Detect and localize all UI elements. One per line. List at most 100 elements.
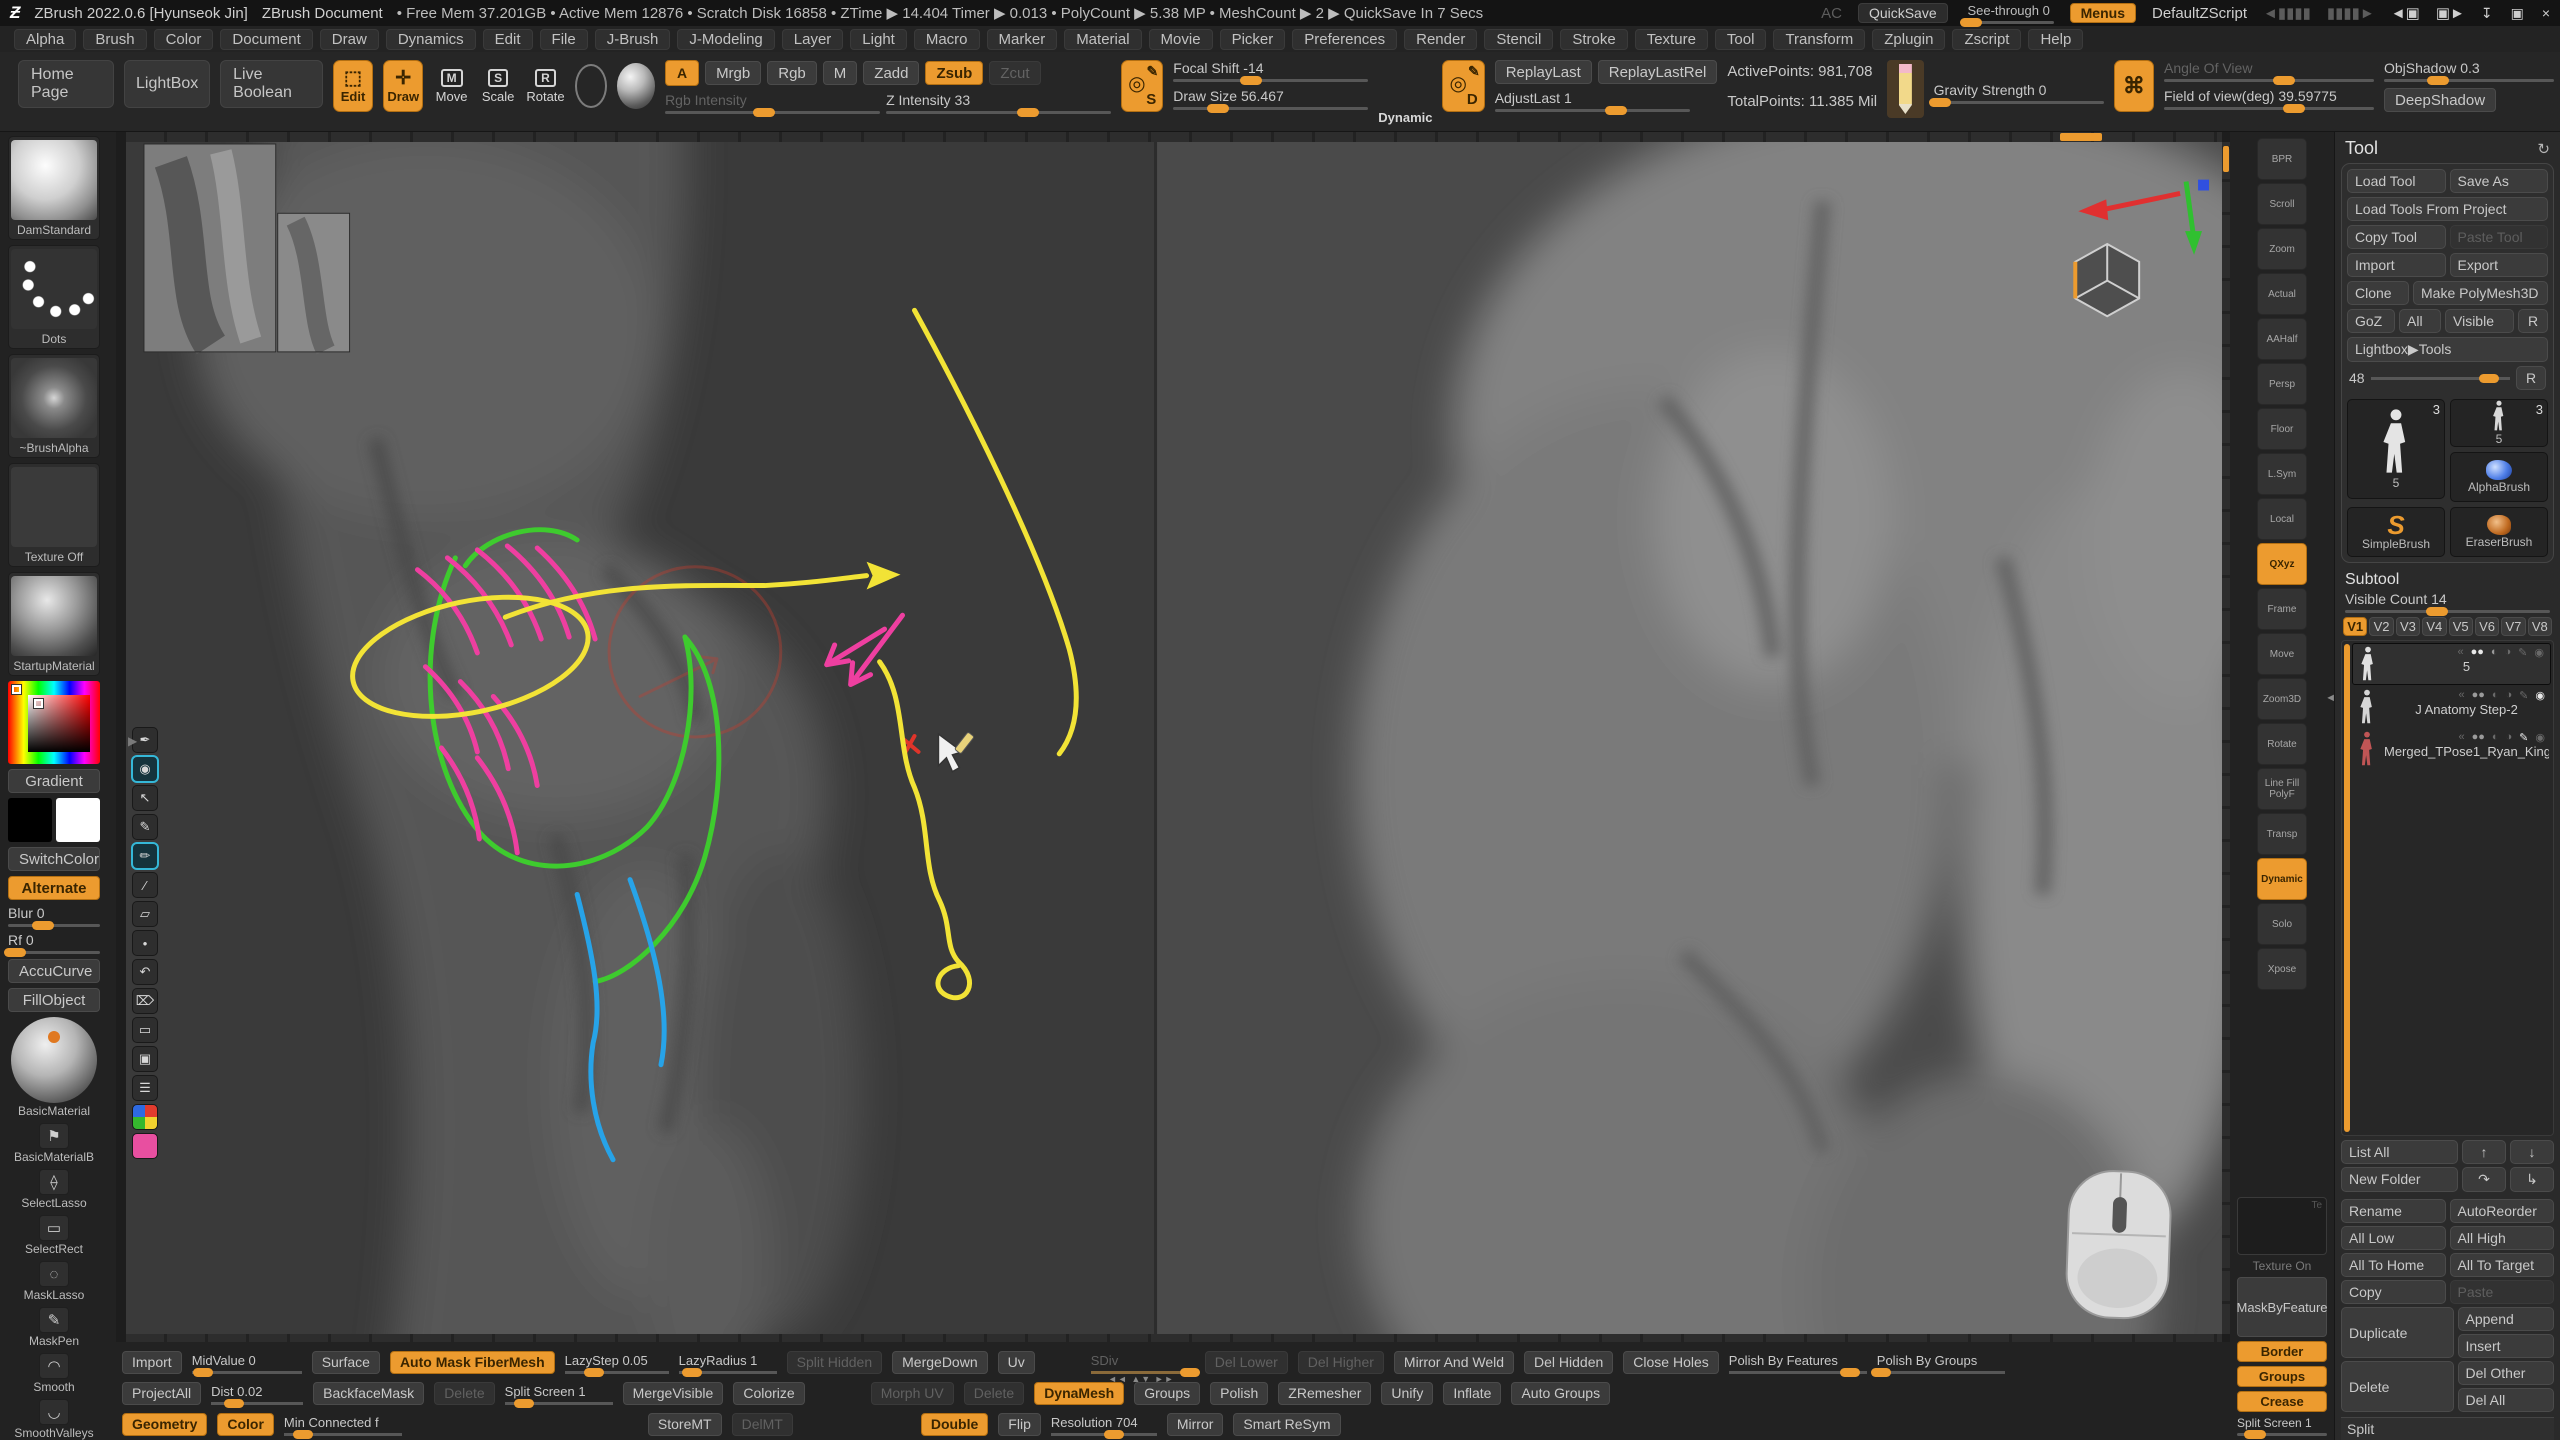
viewport-button[interactable]: Transp xyxy=(2257,813,2307,855)
bottom-bar-item[interactable]: Close Holes xyxy=(1623,1351,1718,1374)
visibility-tab[interactable]: V5 xyxy=(2449,617,2473,636)
see-through-slider[interactable]: See-through 0 xyxy=(1964,3,2054,24)
bottom-bar-item[interactable]: Surface xyxy=(312,1351,380,1374)
canvas-right-ruler[interactable] xyxy=(2222,142,2230,1334)
thumb-size-slider[interactable]: 48 R xyxy=(2347,366,2548,390)
menu-item[interactable]: File xyxy=(540,29,588,50)
divider-bars-left-icon[interactable]: ◄▮▮▮▮ xyxy=(2263,4,2311,22)
simple-brush-thumb[interactable]: S SimpleBrush xyxy=(2347,507,2445,557)
smooth-valleys-thumb[interactable]: ◡SmoothValleys xyxy=(8,1399,100,1440)
paint-icon[interactable]: ✎ xyxy=(2519,689,2528,702)
texture-preview-thumb[interactable] xyxy=(2237,1197,2327,1255)
dynamic-d-icon[interactable]: D xyxy=(1442,60,1484,112)
uv-icon[interactable]: ◐ xyxy=(2492,731,2499,744)
pencil-icon[interactable] xyxy=(1887,60,1924,118)
split-screen-slider[interactable]: Split Screen 1 xyxy=(2237,1416,2327,1436)
visibility-tab[interactable]: V6 xyxy=(2475,617,2499,636)
main-color-swatch[interactable] xyxy=(8,798,52,842)
deep-shadow-button[interactable]: DeepShadow xyxy=(2384,88,2496,112)
import-button[interactable]: Import xyxy=(2347,253,2446,277)
field-of-view-slider[interactable]: Field of view(deg) 39.59775 xyxy=(2164,88,2374,110)
bottom-bar-item[interactable]: Morph UV xyxy=(871,1382,954,1405)
bottom-bar-item[interactable]: SDiv xyxy=(1091,1353,1195,1374)
camera-icon[interactable]: ⌘ xyxy=(2114,60,2154,112)
bottom-bar-item[interactable]: ZRemesher xyxy=(1278,1382,1371,1405)
move-up-icon[interactable]: ↑ xyxy=(2462,1140,2506,1164)
replay-last-rel-button[interactable]: ReplayLastRel xyxy=(1598,60,1718,84)
bottom-bar-item[interactable]: Del Hidden xyxy=(1524,1351,1613,1374)
insert-button[interactable]: Insert xyxy=(2458,1334,2555,1358)
bottom-bar-item[interactable]: Polish xyxy=(1210,1382,1268,1405)
bottom-bar-item[interactable]: Del Lower xyxy=(1205,1351,1288,1374)
alternate-button[interactable]: Alternate xyxy=(8,876,100,900)
bottom-bar-item[interactable]: BackfaceMask xyxy=(313,1382,424,1405)
groups-button[interactable]: Groups xyxy=(2237,1366,2327,1387)
viewport-button[interactable]: Zoom3D xyxy=(2257,678,2307,720)
current-stroke-thumb[interactable]: Dots xyxy=(8,245,100,349)
viewport-button[interactable]: Dynamic xyxy=(2257,858,2307,900)
mask-by-feature-button[interactable]: MaskByFeature xyxy=(2237,1277,2327,1337)
paint-icon[interactable]: ✎ xyxy=(2519,731,2528,744)
viewport-split-divider[interactable] xyxy=(1154,142,1157,1334)
visibility-tab[interactable]: V8 xyxy=(2528,617,2552,636)
pin-icon[interactable]: « xyxy=(2457,646,2463,659)
menu-item[interactable]: Dynamics xyxy=(386,29,476,50)
viewport-button[interactable]: AAHalf xyxy=(2257,318,2307,360)
border-button[interactable]: Border xyxy=(2237,1341,2327,1362)
quicksave-button[interactable]: QuickSave xyxy=(1858,3,1948,23)
bottom-bar-item[interactable]: Groups xyxy=(1134,1382,1200,1405)
focal-shift-slider[interactable]: Focal Shift -14 xyxy=(1173,60,1368,82)
menu-item[interactable]: Marker xyxy=(987,29,1058,50)
screen-icon[interactable]: ▭ xyxy=(132,1017,158,1043)
auto-reorder-button[interactable]: AutoReorder xyxy=(2450,1199,2555,1223)
polypaint-icon[interactable]: ●● xyxy=(2472,731,2485,744)
visibility-tab[interactable]: V3 xyxy=(2396,617,2420,636)
draw-mode-button[interactable]: ✛Draw xyxy=(383,60,423,112)
bottom-bar-item[interactable]: Double xyxy=(921,1413,988,1436)
visibility-tab[interactable]: V2 xyxy=(2369,617,2393,636)
fillobject-button[interactable]: FillObject xyxy=(8,988,100,1012)
visible-count-slider[interactable]: Visible Count 14 xyxy=(2341,591,2554,613)
menu-item[interactable]: Stencil xyxy=(1484,29,1553,50)
eraser-brush-thumb[interactable]: EraserBrush xyxy=(2450,507,2548,557)
z-intensity-slider[interactable]: Z Intensity 33 xyxy=(886,92,1111,114)
left-tray-handle-icon[interactable]: ▶ xyxy=(128,734,137,748)
bottom-bar-item[interactable]: Smart ReSym xyxy=(1233,1413,1340,1436)
load-tools-from-project-button[interactable]: Load Tools From Project xyxy=(2347,197,2548,221)
displacement-icon[interactable]: ◑ xyxy=(2506,731,2513,744)
menu-item[interactable]: Draw xyxy=(320,29,379,50)
select-lasso-thumb[interactable]: ⟠SelectLasso xyxy=(8,1169,100,1210)
recent-tool-thumb[interactable]: 3 5 xyxy=(2450,399,2548,447)
smooth-thumb[interactable]: ◠Smooth xyxy=(8,1353,100,1394)
accucurve-button[interactable]: AccuCurve xyxy=(8,959,100,983)
alpha-preview-icon[interactable] xyxy=(575,64,607,108)
close-icon[interactable]: × xyxy=(2542,5,2550,22)
all-to-home-button[interactable]: All To Home xyxy=(2341,1253,2446,1277)
material-preview-icon[interactable] xyxy=(617,63,655,109)
bottom-bar-item[interactable]: DynaMesh xyxy=(1034,1382,1124,1405)
displacement-icon[interactable]: ◑ xyxy=(2506,689,2513,702)
all-to-target-button[interactable]: All To Target xyxy=(2450,1253,2555,1277)
visibility-tab[interactable]: V4 xyxy=(2422,617,2446,636)
move-into-folder-icon[interactable]: ↳ xyxy=(2510,1167,2554,1192)
menus-button[interactable]: Menus xyxy=(2070,3,2136,23)
bottom-bar-item[interactable]: ProjectAll xyxy=(122,1382,201,1405)
copy-button[interactable]: Copy xyxy=(2341,1280,2446,1304)
bottom-bar-item[interactable]: Del Higher xyxy=(1298,1351,1384,1374)
bottom-bar-item[interactable]: Polish By Groups xyxy=(1877,1353,2005,1374)
bottom-bar-item[interactable]: Auto Mask FiberMesh xyxy=(390,1351,555,1374)
dot-icon[interactable]: • xyxy=(132,930,158,956)
visibility-tab[interactable]: V1 xyxy=(2343,617,2367,636)
menu-item[interactable]: Transform xyxy=(1773,29,1865,50)
notes-icon[interactable]: ☰ xyxy=(132,1075,158,1101)
bottom-bar-item[interactable]: LazyRadius 1 xyxy=(679,1353,777,1374)
eye-icon[interactable]: ◉ xyxy=(132,756,158,782)
delete-button[interactable]: Delete xyxy=(2341,1361,2454,1412)
menu-item[interactable]: Zscript xyxy=(1952,29,2021,50)
obj-shadow-slider[interactable]: ObjShadow 0.3 xyxy=(2384,60,2554,82)
line-icon[interactable]: ∕ xyxy=(132,872,158,898)
lightbox-tools-button[interactable]: Lightbox▶Tools xyxy=(2347,337,2548,362)
list-all-button[interactable]: List All xyxy=(2341,1140,2458,1164)
viewport-button[interactable]: L.Sym xyxy=(2257,453,2307,495)
bottom-bar-item[interactable]: Import xyxy=(122,1351,182,1374)
